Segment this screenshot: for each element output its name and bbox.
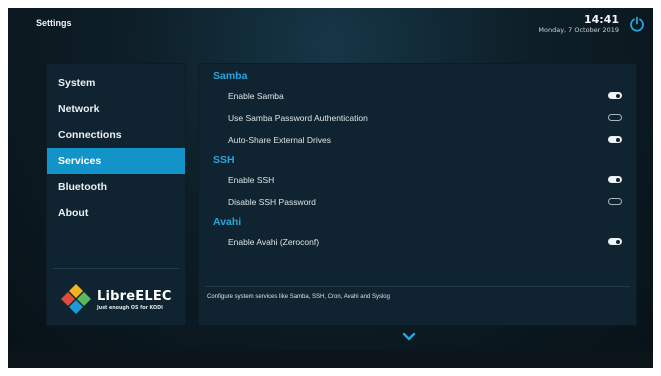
sidebar-item-connections[interactable]: Connections [47, 122, 185, 148]
chevron-down-icon[interactable] [402, 332, 416, 342]
setting-enable-avahi[interactable]: Enable Avahi (Zeroconf) [199, 231, 636, 253]
setting-label: Auto-Share External Drives [228, 135, 331, 145]
setting-label: Enable SSH [228, 175, 275, 185]
sidebar-item-network[interactable]: Network [47, 96, 185, 122]
description-divider [205, 286, 630, 287]
kodi-screen: Settings 14:41 Monday, 7 October 2019 Sy… [8, 8, 653, 368]
setting-enable-samba[interactable]: Enable Samba [199, 85, 636, 107]
sidebar-item-services[interactable]: Services [47, 148, 185, 174]
toggle-switch[interactable] [608, 176, 622, 183]
setting-auto-share-drives[interactable]: Auto-Share External Drives [199, 129, 636, 151]
setting-label: Use Samba Password Authentication [228, 113, 368, 123]
settings-panel: Samba Enable Samba Use Samba Password Au… [198, 63, 637, 326]
setting-disable-ssh-password[interactable]: Disable SSH Password [199, 191, 636, 213]
section-title-ssh: SSH [213, 154, 235, 166]
libreelec-logo: LibreELEC Just enough OS for KODI [57, 280, 179, 320]
section-title-samba: Samba [213, 70, 248, 82]
libreelec-logo-icon [61, 284, 91, 314]
setting-label: Disable SSH Password [228, 197, 316, 207]
setting-enable-ssh[interactable]: Enable SSH [199, 169, 636, 191]
sidebar-item-bluetooth[interactable]: Bluetooth [47, 174, 185, 200]
power-icon[interactable] [629, 16, 645, 32]
clock-date: Monday, 7 October 2019 [538, 26, 619, 34]
top-bar: Settings 14:41 Monday, 7 October 2019 [8, 8, 653, 44]
logo-name: LibreELEC [97, 289, 172, 304]
toggle-switch[interactable] [608, 114, 622, 121]
page-title: Settings [36, 18, 72, 28]
logo-tagline: Just enough OS for KODI [97, 306, 163, 311]
sidebar-item-system[interactable]: System [47, 70, 185, 96]
section-title-avahi: Avahi [213, 216, 242, 228]
toggle-switch[interactable] [608, 198, 622, 205]
sidebar: System Network Connections Services Blue… [46, 63, 186, 326]
toggle-switch[interactable] [608, 136, 622, 143]
clock-time: 14:41 [583, 13, 619, 26]
clock: 14:41 Monday, 7 October 2019 [538, 14, 619, 35]
setting-samba-password-auth[interactable]: Use Samba Password Authentication [199, 107, 636, 129]
bottom-bar [8, 351, 653, 368]
toggle-switch[interactable] [608, 238, 622, 245]
setting-label: Enable Samba [228, 91, 284, 101]
setting-description: Configure system services like Samba, SS… [207, 294, 390, 300]
toggle-switch[interactable] [608, 92, 622, 99]
sidebar-item-about[interactable]: About [47, 200, 185, 226]
sidebar-divider [53, 268, 179, 269]
setting-label: Enable Avahi (Zeroconf) [228, 237, 320, 247]
